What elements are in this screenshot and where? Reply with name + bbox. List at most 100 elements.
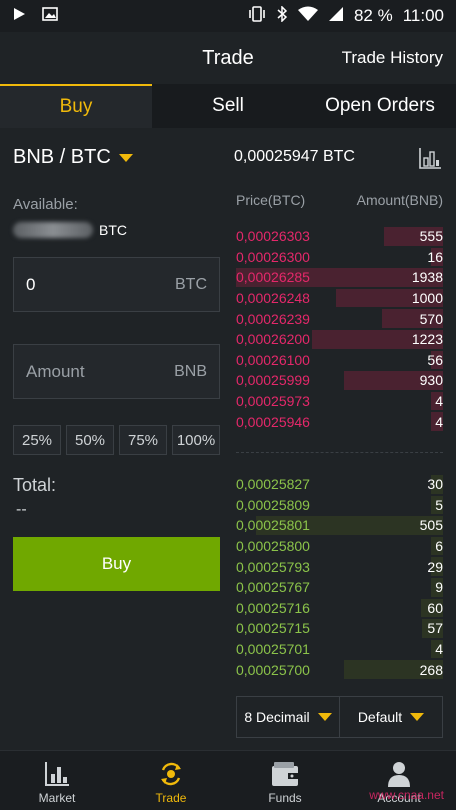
- price-unit: BTC: [175, 275, 207, 293]
- bid-price: 0,00025715: [236, 620, 310, 637]
- ask-amount: 1938: [411, 269, 443, 286]
- bid-price: 0,00025700: [236, 661, 310, 678]
- ask-row[interactable]: 0,00026248 1000: [236, 288, 443, 309]
- ask-amount: 555: [419, 228, 443, 245]
- ask-price: 0,00025946: [236, 413, 310, 430]
- image-icon: [42, 6, 58, 26]
- bid-row[interactable]: 0,00025801 505: [236, 515, 443, 536]
- available-balance: BTC: [13, 222, 127, 238]
- vibrate-icon: [248, 5, 266, 27]
- chevron-down-icon: [317, 713, 332, 721]
- ask-amount: 1223: [411, 331, 443, 348]
- play-icon: [12, 7, 26, 26]
- ask-price: 0,00026100: [236, 351, 310, 368]
- ask-amount: 930: [419, 372, 443, 389]
- percent-50-button[interactable]: 50%: [66, 425, 114, 455]
- wifi-icon: [297, 6, 318, 27]
- total-value: --: [16, 501, 27, 518]
- available-label: Available:: [13, 196, 78, 213]
- chevron-down-icon: [118, 153, 133, 162]
- ask-row[interactable]: 0,00026200 1223: [236, 329, 443, 350]
- ask-price: 0,00026200: [236, 331, 310, 348]
- last-price: 0,00025947 BTC: [234, 148, 355, 165]
- orderbook-divider: [236, 452, 443, 453]
- bid-row[interactable]: 0,00025767 9: [236, 577, 443, 598]
- ask-row[interactable]: 0,00026100 56: [236, 350, 443, 371]
- ask-row[interactable]: 0,00025999 930: [236, 370, 443, 391]
- percent-100-button[interactable]: 100%: [172, 425, 220, 455]
- ask-amount: 4: [435, 413, 443, 430]
- account-icon: [388, 762, 410, 787]
- bid-row[interactable]: 0,00025793 29: [236, 556, 443, 577]
- ask-price: 0,00026248: [236, 290, 310, 307]
- blurred-balance: [13, 222, 93, 238]
- ask-row[interactable]: 0,00026300 16: [236, 247, 443, 268]
- pair-selector[interactable]: BNB / BTC: [13, 146, 133, 169]
- bid-row[interactable]: 0,00025827 30: [236, 474, 443, 495]
- top-bar: Trade Trade History: [0, 32, 456, 84]
- bluetooth-icon: [276, 4, 288, 27]
- bid-row[interactable]: 0,00025701 4: [236, 639, 443, 660]
- percent-25-button[interactable]: 25%: [13, 425, 61, 455]
- bid-amount: 268: [419, 661, 443, 678]
- bid-row[interactable]: 0,00025716 60: [236, 598, 443, 619]
- bid-amount: 9: [435, 579, 443, 596]
- nav-trade[interactable]: Trade: [114, 751, 228, 810]
- ask-list: 0,00026303 555 0,00026300 16 0,00026285 1938 0…: [236, 226, 443, 432]
- ask-price: 0,00026239: [236, 310, 310, 327]
- ask-amount: 4: [435, 393, 443, 410]
- bid-amount: 5: [435, 496, 443, 513]
- orderbook-options: 8 Decimail Default: [236, 696, 443, 738]
- ask-row[interactable]: 0,00025946 4: [236, 411, 443, 432]
- ask-price: 0,00025999: [236, 372, 310, 389]
- bid-price: 0,00025801: [236, 517, 310, 534]
- bid-price: 0,00025701: [236, 641, 310, 658]
- nav-funds[interactable]: Funds: [228, 751, 342, 810]
- bid-row[interactable]: 0,00025715 57: [236, 618, 443, 639]
- ask-row[interactable]: 0,00025973 4: [236, 391, 443, 412]
- bid-amount: 60: [427, 599, 443, 616]
- available-currency: BTC: [99, 222, 127, 238]
- mode-select[interactable]: Default: [339, 697, 442, 737]
- tab-open-orders[interactable]: Open Orders: [304, 84, 456, 128]
- nav-label: Trade: [155, 791, 187, 805]
- signal-icon: [328, 6, 344, 27]
- bid-price: 0,00025827: [236, 476, 310, 493]
- bid-row[interactable]: 0,00025700 268: [236, 659, 443, 680]
- percent-75-button[interactable]: 75%: [119, 425, 167, 455]
- ask-row[interactable]: 0,00026303 555: [236, 226, 443, 247]
- amount-placeholder: Amount: [26, 361, 85, 381]
- tab-sell[interactable]: Sell: [152, 84, 304, 128]
- nav-label: Funds: [268, 791, 302, 805]
- percent-buttons: 25% 50% 75% 100%: [13, 425, 220, 455]
- bid-price: 0,00025716: [236, 599, 310, 616]
- bid-amount: 30: [427, 476, 443, 493]
- tab-buy[interactable]: Buy: [0, 84, 152, 128]
- mode-select-label: Default: [357, 709, 403, 725]
- battery-level: 82 %: [353, 6, 393, 25]
- bid-price: 0,00025767: [236, 579, 310, 596]
- ask-amount: 16: [427, 248, 443, 265]
- ask-row[interactable]: 0,00026239 570: [236, 308, 443, 329]
- ask-amount: 1000: [411, 290, 443, 307]
- bid-price: 0,00025800: [236, 538, 310, 555]
- total-label: Total:: [13, 475, 57, 495]
- ask-row[interactable]: 0,00026285 1938: [236, 267, 443, 288]
- amount-input[interactable]: Amount BNB: [13, 344, 220, 399]
- amount-header: Amount(BNB): [356, 192, 443, 208]
- watermark: www.cnaa.net: [369, 788, 444, 802]
- bid-list: 0,00025827 30 0,00025809 5 0,00025801 505 0,00…: [236, 474, 443, 680]
- market-icon: [45, 762, 69, 786]
- trade-history-link[interactable]: Trade History: [342, 48, 443, 68]
- ask-price: 0,00025973: [236, 393, 310, 410]
- price-input[interactable]: 0 BTC: [13, 257, 220, 312]
- bid-amount: 6: [435, 538, 443, 555]
- chart-icon[interactable]: [418, 146, 442, 170]
- buy-button[interactable]: Buy: [13, 537, 220, 591]
- bid-row[interactable]: 0,00025800 6: [236, 536, 443, 557]
- ask-price: 0,00026300: [236, 248, 310, 265]
- nav-market[interactable]: Market: [0, 751, 114, 810]
- decimal-select[interactable]: 8 Decimail: [237, 697, 339, 737]
- amount-unit: BNB: [174, 362, 207, 380]
- bid-row[interactable]: 0,00025809 5: [236, 495, 443, 516]
